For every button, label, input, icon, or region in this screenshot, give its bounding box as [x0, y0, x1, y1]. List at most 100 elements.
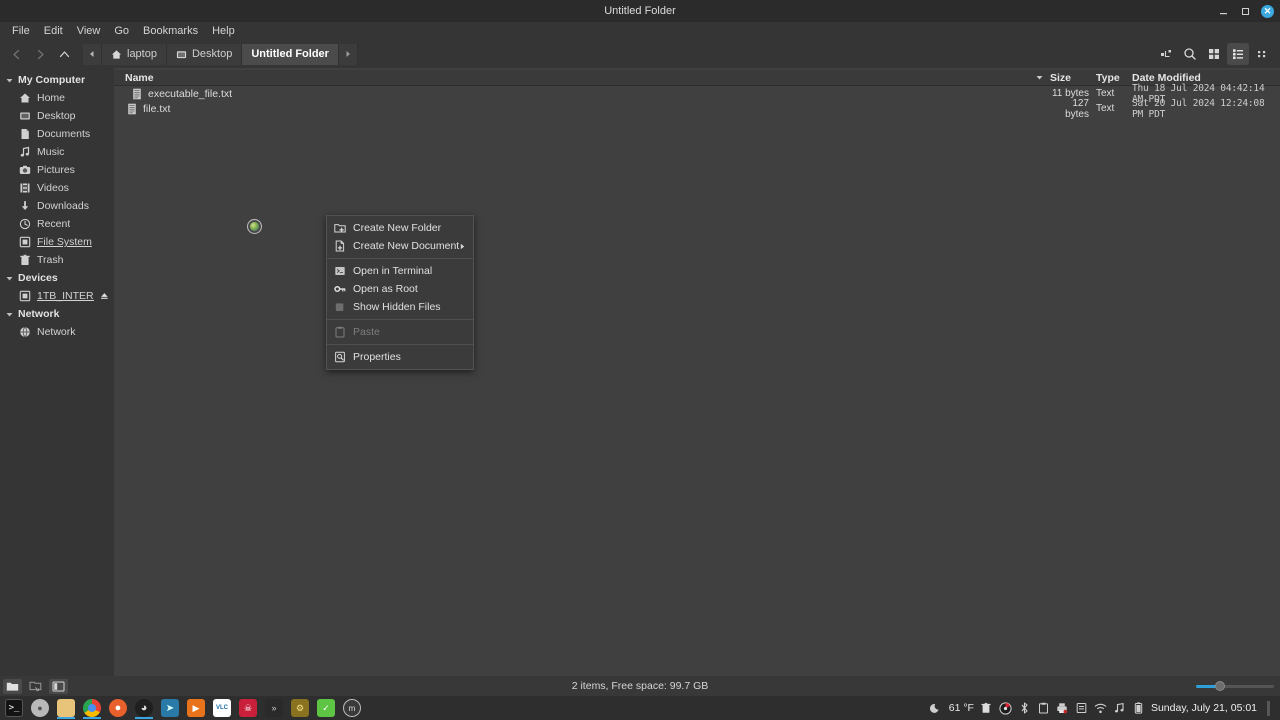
column-header-type[interactable]: Type — [1096, 70, 1132, 86]
breadcrumb-item-desktop[interactable]: Desktop — [166, 43, 243, 65]
back-button[interactable] — [4, 42, 28, 66]
context-menu: Create New Folder Create New Document Op… — [326, 215, 474, 370]
context-menu-item-show-hidden-files[interactable]: Show Hidden Files — [327, 298, 473, 316]
sidebar-item-network[interactable]: Network — [0, 323, 114, 341]
sidebar-item-home[interactable]: Home — [0, 89, 114, 107]
printer-tray-icon[interactable] — [1056, 702, 1069, 715]
drive-icon — [19, 290, 31, 302]
menu-file[interactable]: File — [5, 22, 37, 40]
context-menu-separator — [327, 319, 473, 320]
eject-icon[interactable] — [100, 291, 109, 301]
context-menu-item-open-as-root[interactable]: Open as Root — [327, 280, 473, 298]
places-sidebar-button[interactable] — [3, 678, 22, 694]
breadcrumb-label: laptop — [127, 48, 157, 60]
sidebar-item-file-system[interactable]: File System — [0, 233, 114, 251]
context-menu-item-properties[interactable]: Properties — [327, 348, 473, 366]
maximize-button[interactable] — [1239, 5, 1252, 18]
menu-help[interactable]: Help — [205, 22, 242, 40]
taskbar-games-app[interactable]: ☠ — [235, 697, 261, 719]
volume-tray-icon[interactable] — [1113, 702, 1126, 715]
sidebar-group-label: My Computer — [18, 74, 86, 86]
table-row[interactable]: executable_file.txt 11 bytes Text Thu 18… — [114, 83, 1280, 105]
taskbar-terminal-app[interactable]: >_ — [1, 697, 27, 719]
forward-button[interactable] — [28, 42, 52, 66]
bluetooth-tray-icon[interactable] — [1018, 702, 1031, 715]
list-view-icon[interactable] — [1227, 43, 1249, 65]
sidebar-item-documents[interactable]: Documents — [0, 125, 114, 143]
menu-edit[interactable]: Edit — [37, 22, 70, 40]
icon-view-icon[interactable] — [1203, 43, 1225, 65]
clipboard-tray-icon[interactable] — [1037, 702, 1050, 715]
sidebar-item-pictures[interactable]: Pictures — [0, 161, 114, 179]
taskbar-chrome-app[interactable] — [79, 697, 105, 719]
taskbar-steam-app[interactable]: ◕ — [131, 697, 157, 719]
sidebar-group-devices[interactable]: Devices — [0, 269, 114, 287]
toggle-sidebar-button[interactable] — [49, 678, 68, 694]
folder-icon — [176, 50, 187, 58]
battery-tray-icon[interactable] — [1132, 702, 1145, 715]
key-icon — [334, 285, 346, 293]
search-icon[interactable] — [1179, 43, 1201, 65]
up-button[interactable] — [52, 42, 76, 66]
download-arrow-icon — [21, 201, 29, 210]
statusbar-left-buttons — [0, 678, 68, 694]
taskbar-system-app[interactable]: ● — [27, 697, 53, 719]
sidebar-group-my-computer[interactable]: My Computer — [0, 71, 114, 89]
sidebar-group-network[interactable]: Network — [0, 305, 114, 323]
disc-tray-icon[interactable] — [999, 701, 1012, 715]
sidebar-item-downloads[interactable]: Downloads — [0, 197, 114, 215]
taskbar-files-app[interactable] — [53, 697, 79, 719]
sidebar-item-label: Network — [37, 326, 76, 338]
column-header-size[interactable]: Size — [1046, 70, 1096, 86]
toggle-location-entry-icon[interactable] — [1155, 43, 1177, 65]
breadcrumb-label: Desktop — [191, 48, 233, 60]
sidebar-item-1tb-internal[interactable]: 1TB_INTER... — [0, 287, 114, 305]
sidebar-item-label: Downloads — [37, 200, 89, 212]
breadcrumb-prev-button[interactable] — [83, 43, 102, 65]
text-file-icon — [128, 103, 136, 114]
sidebar-item-desktop[interactable]: Desktop — [0, 107, 114, 125]
column-header-name[interactable]: Name — [114, 70, 1032, 86]
context-menu-item-create-new-folder[interactable]: Create New Folder — [327, 219, 473, 237]
sidebar-item-trash[interactable]: Trash — [0, 251, 114, 269]
temperature-label: 61 °F — [948, 702, 974, 714]
system-tray: 61 °F Sunday, July 21, 05:01 — [930, 700, 1280, 716]
zoom-slider-knob[interactable] — [1215, 681, 1225, 691]
home-icon — [111, 49, 122, 59]
taskbar-tools-app[interactable]: ⚙ — [287, 697, 313, 719]
file-name: file.txt — [143, 102, 171, 115]
zoom-slider[interactable] — [1196, 679, 1274, 693]
breadcrumb-next-button[interactable] — [338, 43, 358, 65]
sort-indicator[interactable] — [1032, 70, 1046, 86]
taskbar-vlc-app[interactable]: VLC — [209, 697, 235, 719]
menu-go[interactable]: Go — [107, 22, 136, 40]
sidebar-item-videos[interactable]: Videos — [0, 179, 114, 197]
breadcrumb-item-current[interactable]: Untitled Folder — [242, 43, 339, 65]
context-menu-item-create-new-document[interactable]: Create New Document — [327, 237, 473, 255]
trash-tray-icon[interactable] — [980, 702, 993, 715]
taskbar-utility-app[interactable]: ✓ — [313, 697, 339, 719]
close-button[interactable]: ✕ — [1261, 4, 1274, 18]
taskbar-steam-blue-app[interactable]: ➤ — [157, 697, 183, 719]
taskbar-firefox-app[interactable]: ● — [105, 697, 131, 719]
taskbar-media-player-app[interactable]: ▶ — [183, 697, 209, 719]
table-row[interactable]: file.txt 127 bytes Text Sat 20 Jul 2024 … — [114, 98, 1280, 120]
notes-tray-icon[interactable] — [1075, 702, 1088, 715]
tray-resize-handle[interactable] — [1267, 700, 1270, 716]
menu-view[interactable]: View — [70, 22, 108, 40]
sidebar-item-recent[interactable]: Recent — [0, 215, 114, 233]
context-menu-label: Paste — [353, 326, 380, 338]
minimize-button[interactable] — [1217, 5, 1230, 18]
sidebar-item-music[interactable]: Music — [0, 143, 114, 161]
wifi-tray-icon[interactable] — [1094, 702, 1107, 715]
moon-icon[interactable] — [930, 702, 943, 715]
menu-bookmarks[interactable]: Bookmarks — [136, 22, 205, 40]
context-menu-item-open-in-terminal[interactable]: Open in Terminal — [327, 262, 473, 280]
breadcrumb-item-laptop[interactable]: laptop — [102, 43, 167, 65]
compact-view-icon[interactable] — [1251, 43, 1273, 65]
taskbar-video-editor-app[interactable]: » — [261, 697, 287, 719]
treeview-sidebar-button[interactable] — [26, 679, 45, 694]
taskbar-mint-menu-app[interactable]: m — [339, 697, 365, 719]
folder-icon — [6, 682, 19, 691]
file-list[interactable]: executable_file.txt 11 bytes Text Thu 18… — [114, 83, 1280, 676]
